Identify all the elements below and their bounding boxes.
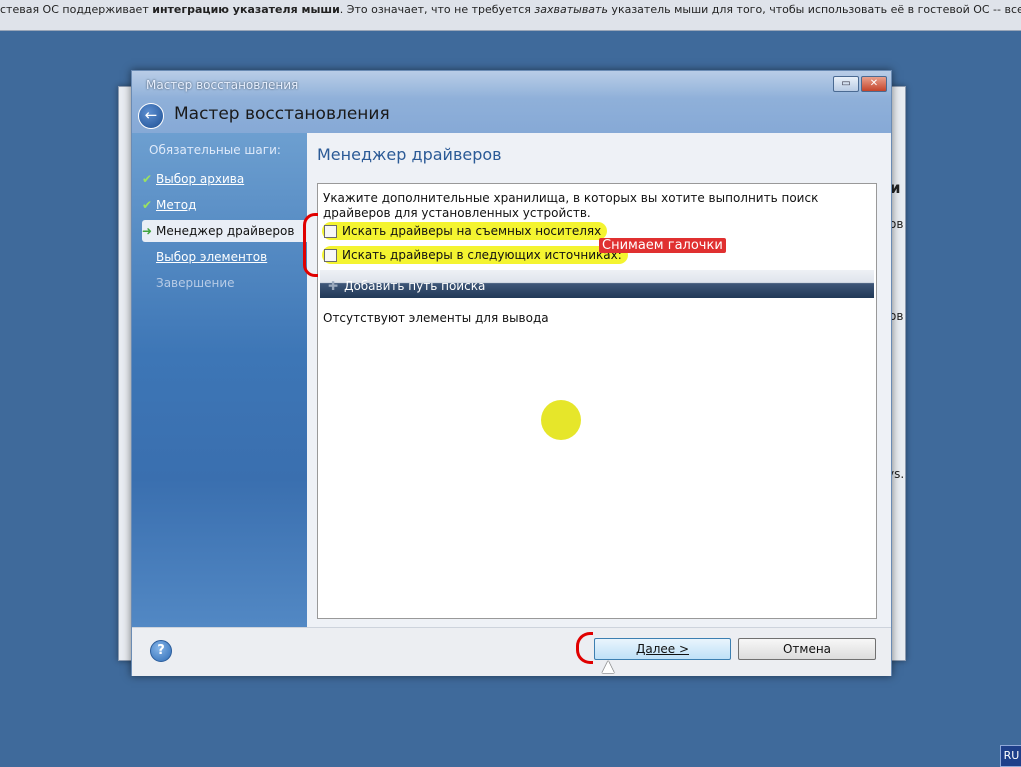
- back-arrow-icon[interactable]: ←: [138, 103, 164, 129]
- red-bracket-annotation: [303, 213, 318, 277]
- annotation-label: Снимаем галочки: [599, 238, 726, 253]
- step-label: Менеджер драйверов: [156, 224, 295, 238]
- info-text-bold: интеграцию указателя мыши: [152, 3, 340, 16]
- info-text-2: . Это означает, что не требуется: [339, 3, 535, 16]
- window-titlebar: Мастер восстановления ▭ ✕ ← Мастер восст…: [132, 71, 891, 133]
- window-title: Мастер восстановления: [146, 78, 299, 92]
- search-paths-toolbar: ✚ Добавить путь поиска: [320, 270, 874, 298]
- step-label: Выбор архива: [156, 172, 245, 186]
- page-title: Менеджер драйверов: [317, 145, 502, 164]
- recovery-wizard-window: Мастер восстановления ▭ ✕ ← Мастер восст…: [131, 70, 892, 676]
- option-removable-media[interactable]: Искать драйверы на съемных носителях: [322, 222, 608, 240]
- info-bar: стевая ОС поддерживает интеграцию указат…: [0, 0, 1021, 31]
- red-bracket-annotation: [576, 632, 593, 664]
- content-area: Менеджер драйверов Укажите дополнительны…: [307, 133, 891, 627]
- following-sources-checkbox[interactable]: [324, 248, 337, 262]
- step-recovery-method[interactable]: ✔Метод восстановления: [142, 194, 300, 234]
- step-label: Выбор элементов: [156, 250, 268, 264]
- language-indicator[interactable]: RU: [1000, 745, 1021, 767]
- empty-list-message: Отсутствуют элементы для вывода: [323, 311, 549, 325]
- help-icon[interactable]: ?: [150, 640, 172, 662]
- option-label: Искать драйверы на съемных носителях: [342, 224, 602, 238]
- next-button[interactable]: Далее >: [594, 638, 731, 660]
- info-text-3: указатель мыши для того, чтобы использов…: [611, 3, 1021, 16]
- button-bar: ? Далее > Отмена: [132, 627, 891, 676]
- minimize-button[interactable]: ▭: [833, 76, 859, 92]
- step-label: Завершение: [156, 276, 235, 290]
- window-controls: ▭ ✕: [833, 76, 887, 92]
- highlight-marker: Искать драйверы в следующих источниках:: [322, 246, 628, 264]
- annotation-callout: Снимаем галочки: [599, 238, 726, 253]
- close-button[interactable]: ✕: [861, 76, 887, 92]
- info-text-italic: захватывать: [534, 3, 608, 16]
- yellow-dot-marker: [541, 400, 581, 440]
- highlight-marker: Искать драйверы на съемных носителях: [322, 222, 608, 240]
- steps-heading: Обязательные шаги:: [149, 143, 281, 157]
- cancel-button[interactable]: Отмена: [738, 638, 876, 660]
- driver-panel: Укажите дополнительные хранилища, в кото…: [317, 183, 877, 619]
- info-text-1: стевая ОС поддерживает: [0, 3, 153, 16]
- checkmark-icon: ✔: [142, 198, 153, 212]
- checkmark-icon: ✔: [142, 172, 153, 186]
- option-following-sources[interactable]: Искать драйверы в следующих источниках:: [322, 246, 628, 264]
- steps-sidebar: Обязательные шаги: ✔ Выбор архива ✔ Метод …: [132, 133, 307, 627]
- step-finish: Завершение: [142, 272, 300, 294]
- step-archive-selection[interactable]: ✔ Выбор архива: [142, 168, 300, 190]
- step-driver-manager[interactable]: ➜ Менеджер драйверов: [142, 220, 307, 242]
- removable-media-checkbox[interactable]: [324, 224, 337, 238]
- wizard-title: Мастер восстановления: [174, 104, 390, 124]
- add-search-path-label: Добавить путь поиска: [344, 279, 486, 293]
- next-label: Далее >: [635, 642, 690, 656]
- arrow-right-icon: ➜: [142, 224, 153, 238]
- option-label: Искать драйверы в следующих источниках:: [342, 248, 622, 262]
- add-search-path-button[interactable]: ✚ Добавить путь поиска: [328, 277, 485, 295]
- step-items-selection[interactable]: Выбор элементов: [142, 246, 300, 268]
- mouse-cursor-icon: ▲: [602, 656, 615, 675]
- description-text: Укажите дополнительные хранилища, в кото…: [323, 191, 819, 220]
- plus-icon: ✚: [328, 279, 339, 293]
